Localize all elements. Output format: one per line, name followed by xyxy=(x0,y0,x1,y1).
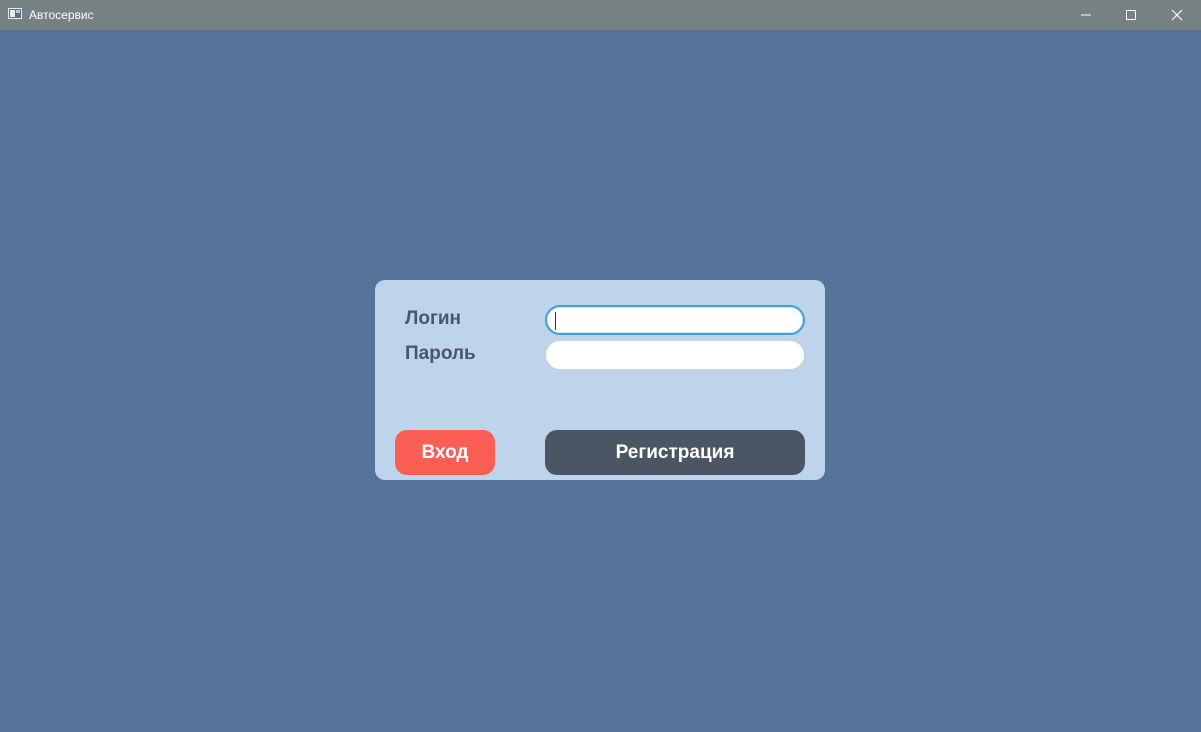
minimize-icon xyxy=(1081,14,1091,16)
app-window: Автосервис Логин Пароль Вход Регистрация xyxy=(0,0,1201,732)
text-caret xyxy=(555,312,556,330)
window-title: Автосервис xyxy=(29,8,94,22)
password-input[interactable] xyxy=(545,340,805,370)
close-button[interactable] xyxy=(1154,0,1200,30)
login-panel: Логин Пароль Вход Регистрация xyxy=(375,280,825,480)
login-label: Логин xyxy=(405,308,462,329)
maximize-icon xyxy=(1126,10,1136,20)
minimize-button[interactable] xyxy=(1063,0,1109,30)
maximize-button[interactable] xyxy=(1108,0,1154,30)
app-window-icon xyxy=(8,8,22,19)
login-button[interactable]: Вход xyxy=(395,430,495,475)
register-button[interactable]: Регистрация xyxy=(545,430,805,475)
password-label: Пароль xyxy=(405,343,476,364)
close-icon xyxy=(1171,9,1183,21)
login-input[interactable] xyxy=(545,305,805,335)
title-bar[interactable]: Автосервис xyxy=(0,0,1201,30)
